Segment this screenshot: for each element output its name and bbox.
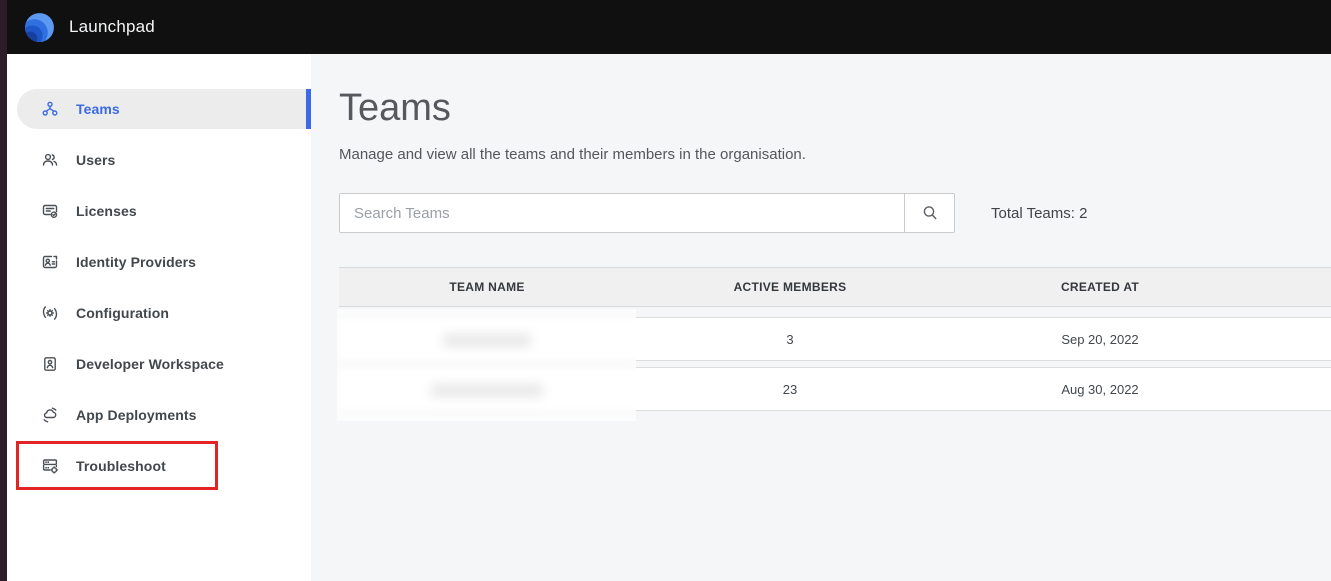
redacted-team-name <box>431 384 543 397</box>
sidebar: Teams Users Licenses Identity Provi <box>7 54 311 581</box>
column-header-created-at: CREATED AT <box>945 280 1255 294</box>
column-header-active-members: ACTIVE MEMBERS <box>635 280 945 294</box>
app-logo-icon <box>23 11 56 44</box>
sidebar-nav: Teams Users Licenses Identity Provi <box>7 54 311 486</box>
active-indicator <box>306 89 311 129</box>
search-icon <box>920 203 940 223</box>
page-subtitle: Manage and view all the teams and their … <box>339 146 1331 164</box>
page: Launchpad Teams Users Licenses <box>0 0 1331 581</box>
app-deployments-icon <box>41 406 59 424</box>
sidebar-item-identity-providers[interactable]: Identity Providers <box>17 242 311 282</box>
sidebar-item-label: Users <box>76 152 115 168</box>
sidebar-item-developer-workspace[interactable]: Developer Workspace <box>17 344 311 384</box>
sidebar-item-licenses[interactable]: Licenses <box>17 191 311 231</box>
active-members-cell: 23 <box>635 382 945 397</box>
app-title: Launchpad <box>69 17 155 37</box>
teams-table: TEAM NAME ACTIVE MEMBERS CREATED AT 3 Se… <box>339 267 1331 411</box>
page-title: Teams <box>339 87 1331 129</box>
redacted-team-name <box>443 334 531 347</box>
window-edge-strip <box>0 0 7 581</box>
sidebar-item-label: Configuration <box>76 305 169 321</box>
column-header-team-name: TEAM NAME <box>339 280 635 294</box>
search-row: Total Teams: 2 <box>339 193 1331 233</box>
sidebar-item-label: Developer Workspace <box>76 356 224 372</box>
created-at-cell: Sep 20, 2022 <box>945 332 1255 347</box>
table-row[interactable]: 23 Aug 30, 2022 <box>339 367 1331 411</box>
table-header-row: TEAM NAME ACTIVE MEMBERS CREATED AT <box>339 267 1331 307</box>
configuration-icon <box>41 304 59 322</box>
troubleshoot-icon <box>41 457 59 475</box>
sidebar-item-label: Troubleshoot <box>76 458 166 474</box>
sidebar-item-label: Teams <box>76 101 120 117</box>
sidebar-item-label: App Deployments <box>76 407 197 423</box>
licenses-icon <box>41 202 59 220</box>
sidebar-item-label: Licenses <box>76 203 137 219</box>
sidebar-item-troubleshoot[interactable]: Troubleshoot <box>17 446 311 486</box>
active-members-cell: 3 <box>635 332 945 347</box>
sidebar-item-teams[interactable]: Teams <box>17 89 311 129</box>
developer-workspace-icon <box>41 355 59 373</box>
identity-providers-icon <box>41 253 59 271</box>
sidebar-item-label: Identity Providers <box>76 254 196 270</box>
sidebar-item-configuration[interactable]: Configuration <box>17 293 311 333</box>
sidebar-item-users[interactable]: Users <box>17 140 311 180</box>
team-name-cell <box>339 381 635 396</box>
app-header: Launchpad <box>0 0 1331 54</box>
created-at-cell: Aug 30, 2022 <box>945 382 1255 397</box>
main-content: Teams Manage and view all the teams and … <box>311 54 1331 581</box>
users-icon <box>41 151 59 169</box>
total-teams-label: Total Teams: 2 <box>991 205 1087 222</box>
team-name-cell <box>339 331 635 346</box>
sidebar-item-app-deployments[interactable]: App Deployments <box>17 395 311 435</box>
search-button[interactable] <box>905 193 955 233</box>
table-row[interactable]: 3 Sep 20, 2022 <box>339 317 1331 361</box>
search-input[interactable] <box>339 193 905 233</box>
teams-icon <box>41 100 59 118</box>
